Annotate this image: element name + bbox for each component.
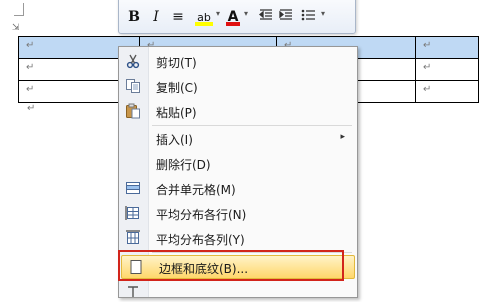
distribute-columns-icon [125, 230, 141, 246]
menu-item-borders-shading[interactable]: 边框和底纹(B)... [121, 255, 355, 279]
menu-item-label: 复制(C) [156, 81, 198, 95]
paragraph-mark: ↵ [27, 103, 36, 114]
margin-corner-mark [14, 3, 24, 16]
italic-button[interactable]: I [149, 7, 163, 27]
menu-item-label: 平均分布各行(N) [156, 208, 247, 222]
menu-item-insert[interactable]: 插入(I) ▸ [119, 127, 357, 149]
menu-item-distribute-rows[interactable]: 平均分布各行(N) [119, 202, 357, 224]
table-cell[interactable]: ↵ [415, 58, 479, 81]
font-color-dropdown-icon[interactable]: ▾ [244, 9, 248, 18]
list-dropdown-icon[interactable]: ▾ [321, 9, 325, 18]
scissors-icon [125, 53, 141, 69]
menu-separator [152, 125, 352, 126]
align-center-button[interactable]: ≡ [171, 7, 185, 27]
menu-item-label: 删除行(D) [156, 158, 211, 172]
menu-item-partial-next[interactable] [119, 280, 357, 302]
menu-item-label: 插入(I) [156, 133, 193, 147]
menu-item-delete-row[interactable]: 删除行(D) [119, 152, 357, 174]
borders-shading-icon [128, 259, 144, 275]
table-move-handle-icon[interactable]: ⇲ [12, 23, 20, 33]
paragraph-mark: ↵ [26, 40, 35, 51]
font-color-bar [226, 22, 240, 26]
menu-item-label: 粘贴(P) [156, 106, 197, 120]
decrease-indent-icon[interactable] [258, 7, 274, 27]
paragraph-mark: ↵ [423, 40, 432, 51]
highlight-button[interactable]: ab [193, 7, 215, 27]
menu-item-paste[interactable]: 粘贴(P) [119, 100, 357, 122]
distribute-rows-icon [125, 205, 141, 221]
menu-item-label: 剪切(T) [156, 56, 197, 70]
menu-separator [152, 252, 352, 253]
mini-toolbar: B I ≡ ab ▾ A ▾ ▾ [118, 0, 356, 34]
paste-icon [125, 103, 141, 119]
paragraph-mark: ↵ [26, 62, 35, 73]
increase-indent-icon[interactable] [278, 7, 294, 27]
paragraph-mark: ↵ [423, 84, 432, 95]
menu-item-distribute-columns[interactable]: 平均分布各列(Y) [119, 227, 357, 249]
text-direction-icon [125, 283, 141, 299]
highlight-dropdown-icon[interactable]: ▾ [216, 9, 220, 18]
menu-item-cut[interactable]: 剪切(T) [119, 50, 357, 72]
submenu-arrow-icon: ▸ [340, 132, 345, 142]
bullet-list-icon[interactable] [299, 7, 317, 27]
font-color-button[interactable]: A [225, 7, 241, 27]
context-menu: 剪切(T) 复制(C) 粘贴(P) 插入(I) ▸ 删除行(D) 合并单元格(M… [118, 46, 358, 298]
table-cell[interactable]: ↵ [415, 80, 479, 103]
paragraph-mark: ↵ [423, 62, 432, 73]
menu-item-label: 边框和底纹(B)... [159, 262, 249, 276]
copy-icon [125, 78, 141, 94]
merge-cells-icon [125, 180, 141, 196]
menu-item-label: 合并单元格(M) [156, 183, 236, 197]
highlight-color-bar [195, 22, 213, 26]
bold-button[interactable]: B [127, 7, 141, 27]
menu-item-label: 平均分布各列(Y) [156, 233, 245, 247]
menu-item-copy[interactable]: 复制(C) [119, 75, 357, 97]
paragraph-mark: ↵ [26, 84, 35, 95]
menu-item-merge-cells[interactable]: 合并单元格(M) [119, 177, 357, 199]
table-cell[interactable]: ↵ [415, 36, 479, 59]
